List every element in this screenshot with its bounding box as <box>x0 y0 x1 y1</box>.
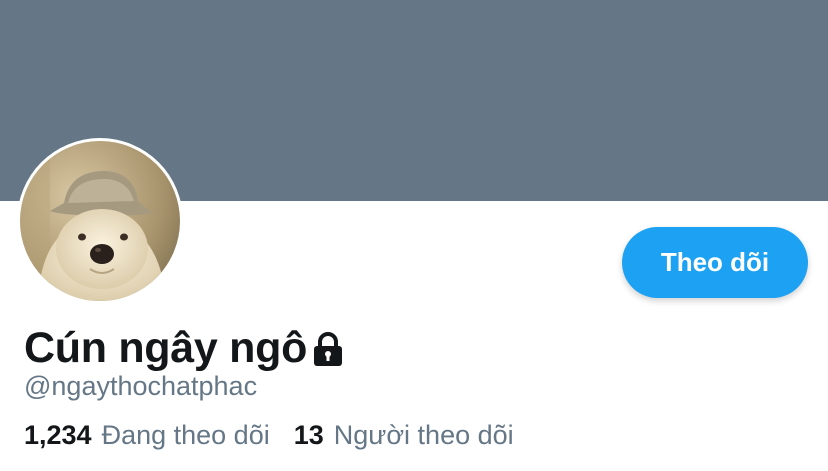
following-label: Đang theo dõi <box>101 420 270 450</box>
profile-page: Theo dõi Cún ngây ngô @ngaythochatphac 1… <box>0 0 828 471</box>
profile-handle: @ngaythochatphac <box>24 371 258 401</box>
following-stat[interactable]: 1,234 Đang theo dõi <box>24 420 270 451</box>
display-name: Cún ngây ngô <box>24 323 308 372</box>
profile-avatar[interactable] <box>17 138 183 304</box>
followers-count: 13 <box>293 420 324 450</box>
dog-avatar-image <box>20 141 180 301</box>
lock-icon <box>311 332 345 368</box>
profile-name-row: Cún ngây ngô <box>24 320 345 376</box>
profile-stats: 1,234 Đang theo dõi 13 Người theo dõi <box>24 420 538 451</box>
follow-button[interactable]: Theo dõi <box>622 227 808 298</box>
followers-label: Người theo dõi <box>333 420 514 450</box>
following-count: 1,234 <box>24 420 92 450</box>
followers-stat[interactable]: 13 Người theo dõi <box>294 420 514 451</box>
